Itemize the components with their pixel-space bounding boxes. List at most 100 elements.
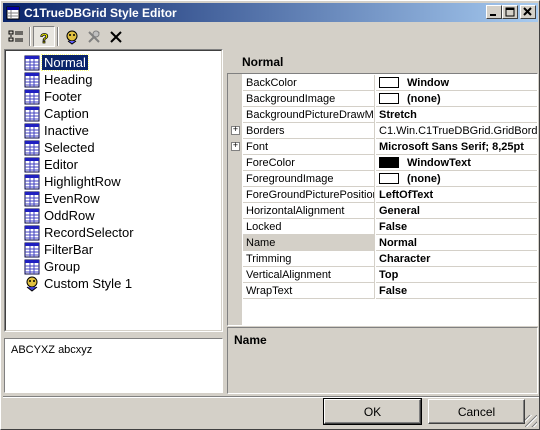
app-icon [6, 6, 20, 20]
property-name: ForeGroundPicturePosition [243, 187, 375, 203]
property-name: Borders [243, 123, 375, 139]
style-item[interactable]: Heading [24, 71, 94, 88]
cancel-button[interactable]: Cancel [428, 399, 525, 424]
property-name: BackgroundImage [243, 91, 375, 107]
property-value[interactable]: False [376, 219, 537, 235]
property-row[interactable]: Name Normal [228, 235, 537, 251]
style-tree-list: Normal Heading Footer Caption Inactive Select… [5, 50, 222, 331]
property-value[interactable]: LeftOfText [376, 187, 537, 203]
property-row[interactable]: ForegroundImage (none) [228, 171, 537, 187]
style-item[interactable]: Custom Style 1 [24, 275, 134, 292]
property-value[interactable]: (none) [376, 171, 537, 187]
title-bar[interactable]: C1TrueDBGrid Style Editor [3, 3, 538, 22]
style-icon [24, 106, 40, 122]
style-item[interactable]: Normal [24, 54, 89, 71]
property-row[interactable]: + Font Microsoft Sans Serif; 8,25pt [228, 139, 537, 155]
style-icon [24, 208, 40, 224]
categorized-icon[interactable] [5, 26, 27, 47]
property-value[interactable]: General [376, 203, 537, 219]
window-title: C1TrueDBGrid Style Editor [24, 5, 177, 20]
property-value-text: Top [379, 268, 399, 281]
style-icon [24, 55, 40, 71]
property-value[interactable]: Normal [376, 235, 537, 251]
property-value[interactable]: C1.Win.C1TrueDBGrid.GridBorders [376, 123, 538, 139]
style-item-label: Caption [44, 106, 89, 121]
style-item[interactable]: FilterBar [24, 241, 95, 258]
style-item[interactable]: Editor [24, 156, 80, 173]
expand-icon[interactable]: + [231, 126, 240, 135]
style-item-label: OddRow [44, 208, 95, 223]
property-name: WrapText [243, 283, 375, 299]
property-value-text: Normal [379, 236, 417, 249]
style-item[interactable]: HighlightRow [24, 173, 123, 190]
close-button[interactable] [520, 5, 536, 19]
expand-icon[interactable]: + [231, 142, 240, 151]
style-icon [24, 225, 40, 241]
resize-grip[interactable] [525, 415, 537, 427]
properties-header: Normal [242, 55, 284, 69]
property-name: Name [243, 235, 375, 251]
property-value[interactable]: Window [376, 75, 537, 91]
property-value-text: False [379, 284, 408, 297]
style-item[interactable]: OddRow [24, 207, 97, 224]
property-value[interactable]: Microsoft Sans Serif; 8,25pt [376, 139, 537, 155]
style-icon [24, 123, 40, 139]
description-panel: Name [227, 327, 538, 394]
style-item[interactable]: Caption [24, 105, 91, 122]
style-icon [24, 72, 40, 88]
custom-style-icon [24, 276, 40, 292]
property-value-text: C1.Win.C1TrueDBGrid.GridBorders [379, 124, 538, 137]
svg-text:?: ? [40, 30, 49, 45]
style-item-label: EvenRow [44, 191, 100, 206]
style-item-label: Heading [44, 72, 93, 87]
property-name: VerticalAlignment [243, 267, 375, 283]
style-item-label: Custom Style 1 [44, 276, 133, 291]
property-row[interactable]: HorizontalAlignment General [228, 203, 537, 219]
minimize-button[interactable] [486, 5, 502, 19]
property-row[interactable]: Trimming Character [228, 251, 537, 267]
property-row[interactable]: VerticalAlignment Top [228, 267, 537, 283]
property-value[interactable]: Stretch [376, 107, 537, 123]
style-tree[interactable]: Normal Heading Footer Caption Inactive Select… [4, 49, 223, 332]
style-editor-window: C1TrueDBGrid Style Editor ? Normal Headi… [0, 0, 540, 430]
style-item-label: HighlightRow [44, 174, 121, 189]
help-icon[interactable]: ? [33, 26, 55, 47]
property-value-text: WindowText [407, 156, 471, 169]
property-row[interactable]: BackColor Window [228, 75, 537, 91]
color-swatch [379, 157, 399, 168]
property-row[interactable]: + Borders C1.Win.C1TrueDBGrid.GridBorders [228, 123, 538, 139]
remove-style-icon[interactable] [83, 26, 105, 47]
property-value[interactable]: Character [376, 251, 537, 267]
property-value[interactable]: WindowText [376, 155, 537, 171]
property-grid[interactable]: BackColor Window BackgroundImage (none) Back… [227, 73, 538, 326]
style-item-label: FilterBar [44, 242, 94, 257]
property-name: BackgroundPictureDrawMode [243, 107, 375, 123]
style-item[interactable]: RecordSelector [24, 224, 136, 241]
style-item-label: Footer [44, 89, 82, 104]
style-item[interactable]: Footer [24, 88, 84, 105]
property-value-text: Window [407, 76, 450, 89]
property-row[interactable]: Locked False [228, 219, 537, 235]
style-item[interactable]: Selected [24, 139, 97, 156]
property-value-text: Character [379, 252, 431, 265]
property-row[interactable]: WrapText False [228, 283, 537, 299]
style-item[interactable]: EvenRow [24, 190, 102, 207]
property-name: Locked [243, 219, 375, 235]
property-row[interactable]: ForeColor WindowText [228, 155, 537, 171]
delete-icon[interactable] [105, 26, 127, 47]
property-name: ForegroundImage [243, 171, 375, 187]
property-value[interactable]: Top [376, 267, 537, 283]
style-item[interactable]: Inactive [24, 122, 91, 139]
property-row[interactable]: ForeGroundPicturePosition LeftOfText [228, 187, 537, 203]
property-value[interactable]: (none) [376, 91, 537, 107]
ok-button[interactable]: OK [323, 398, 422, 425]
property-name: ForeColor [243, 155, 375, 171]
maximize-button[interactable] [502, 5, 518, 19]
add-style-icon[interactable] [61, 26, 83, 47]
style-item[interactable]: Group [24, 258, 82, 275]
property-value[interactable]: False [376, 283, 537, 299]
property-row[interactable]: BackgroundImage (none) [228, 91, 537, 107]
property-value-text: (none) [407, 172, 441, 185]
property-row[interactable]: BackgroundPictureDrawMode Stretch [228, 107, 537, 123]
style-item-label: Normal [41, 54, 89, 71]
